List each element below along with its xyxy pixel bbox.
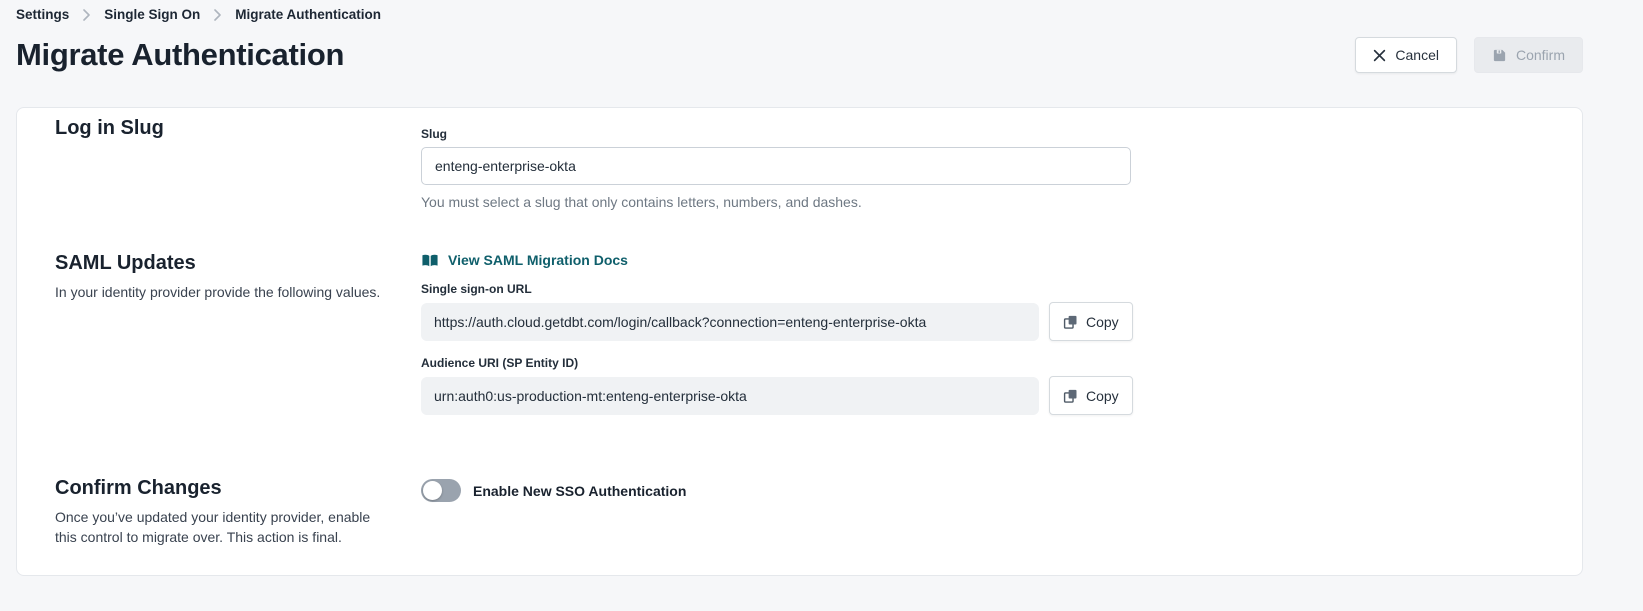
- login-slug-left-column: Log in Slug: [55, 117, 421, 210]
- login-slug-heading: Log in Slug: [55, 117, 421, 140]
- slug-helper-text: You must select a slug that only contain…: [421, 194, 1133, 210]
- chevron-right-icon: [213, 9, 222, 21]
- saml-updates-heading: SAML Updates: [55, 252, 421, 275]
- enable-sso-toggle-label: Enable New SSO Authentication: [473, 483, 686, 499]
- saml-updates-section: SAML Updates In your identity provider p…: [17, 252, 1582, 415]
- copy-icon: [1063, 314, 1078, 330]
- copy-sso-url-button[interactable]: Copy: [1049, 302, 1133, 341]
- breadcrumb-item-settings[interactable]: Settings: [16, 7, 69, 22]
- login-slug-right-column: Slug You must select a slug that only co…: [421, 117, 1133, 210]
- confirm-button-label: Confirm: [1516, 47, 1565, 63]
- confirm-changes-section: Confirm Changes Once you’ve updated your…: [17, 477, 1582, 548]
- chevron-right-icon: [82, 9, 91, 21]
- confirm-changes-left-column: Confirm Changes Once you’ve updated your…: [55, 477, 421, 548]
- confirm-changes-heading: Confirm Changes: [55, 477, 421, 500]
- open-book-icon: [421, 253, 439, 268]
- sso-url-field: https://auth.cloud.getdbt.com/login/call…: [421, 303, 1039, 341]
- docs-link-label: View SAML Migration Docs: [448, 252, 628, 268]
- confirm-changes-description: Once you’ve updated your identity provid…: [55, 508, 387, 548]
- breadcrumb-item-single-sign-on[interactable]: Single Sign On: [104, 7, 200, 22]
- confirm-changes-right-column: Enable New SSO Authentication: [421, 477, 1133, 548]
- cancel-button-label: Cancel: [1395, 47, 1439, 63]
- save-icon: [1492, 48, 1507, 63]
- cancel-button[interactable]: Cancel: [1355, 37, 1457, 73]
- slug-label: Slug: [421, 127, 1133, 141]
- page-title: Migrate Authentication: [16, 37, 344, 73]
- audience-uri-field: urn:auth0:us-production-mt:enteng-enterp…: [421, 377, 1039, 415]
- confirm-button[interactable]: Confirm: [1474, 37, 1583, 73]
- top-bar: Settings Single Sign On Migrate Authenti…: [16, 0, 1583, 73]
- slug-input[interactable]: [421, 147, 1131, 185]
- breadcrumb-item-migrate-authentication: Migrate Authentication: [235, 7, 381, 22]
- copy-button-label: Copy: [1086, 314, 1119, 330]
- enable-sso-toggle[interactable]: [421, 479, 461, 502]
- copy-button-label: Copy: [1086, 388, 1119, 404]
- copy-audience-uri-button[interactable]: Copy: [1049, 376, 1133, 415]
- view-saml-migration-docs-link[interactable]: View SAML Migration Docs: [421, 252, 628, 268]
- audience-uri-label: Audience URI (SP Entity ID): [421, 356, 1133, 370]
- toggle-knob: [423, 481, 442, 500]
- saml-updates-description: In your identity provider provide the fo…: [55, 283, 387, 303]
- close-icon: [1373, 49, 1386, 62]
- copy-icon: [1063, 388, 1078, 404]
- header-actions: Cancel Confirm: [1355, 37, 1583, 73]
- login-slug-section: Log in Slug Slug You must select a slug …: [17, 117, 1582, 210]
- migrate-authentication-card: Log in Slug Slug You must select a slug …: [16, 107, 1583, 576]
- saml-updates-left-column: SAML Updates In your identity provider p…: [55, 252, 421, 415]
- sso-url-label: Single sign-on URL: [421, 282, 1133, 296]
- saml-updates-right-column: View SAML Migration Docs Single sign-on …: [421, 252, 1133, 415]
- breadcrumb: Settings Single Sign On Migrate Authenti…: [16, 7, 1583, 22]
